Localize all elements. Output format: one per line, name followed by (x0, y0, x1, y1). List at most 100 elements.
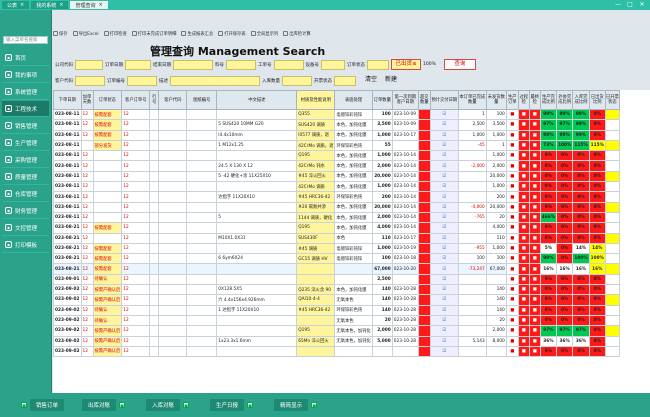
table-row[interactable]: 023-09-01 12 待确认 12 2,500 ☑ ■ ■ ■ 0% 0% 0% 0% (53, 273, 620, 286)
checkbox[interactable]: ☑ (442, 267, 446, 272)
checkbox[interactable]: ■ (522, 164, 526, 169)
column-header[interactable]: 中文描述 (216, 90, 298, 110)
toolbar-button[interactable]: 打印未完成订单明细 (131, 31, 176, 37)
column-header[interactable]: 图纸编号 (186, 90, 218, 110)
checkbox[interactable]: ■ (522, 205, 526, 210)
checkbox[interactable]: ■ (522, 153, 526, 158)
checkbox[interactable]: ■ (533, 287, 537, 292)
checkbox[interactable]: ■ (533, 328, 537, 333)
column-header[interactable]: 外协完成比例 (556, 90, 574, 110)
table-row[interactable]: 023-09-02 12 待确认 12 无氧本色 20 023-10-28 ☑ 20 ■ ■ ■ 0% 0… (53, 314, 620, 327)
checkbox[interactable]: ■ (510, 112, 514, 117)
checkbox[interactable]: ☑ (442, 318, 446, 323)
checkbox[interactable]: ■ (510, 277, 514, 282)
menu-search-input[interactable]: 输入菜单名搜索 (3, 36, 48, 44)
bottom-toggle[interactable]: 精简显示 ■ (274, 399, 320, 411)
checkbox[interactable]: ■ (522, 328, 526, 333)
table-row[interactable]: 023-08-11 12 12 5 -42 硬化+涂 11X25X10 #45 淬火回火… (53, 170, 620, 183)
checkbox[interactable]: ■ (510, 174, 514, 179)
bottom-button-label[interactable]: 入库对账 (146, 399, 181, 411)
checkbox[interactable]: ☑ (442, 143, 446, 148)
checkbox[interactable]: ■ (522, 308, 526, 313)
completed-filter[interactable]: 已出货≤ (391, 59, 421, 70)
table-row[interactable]: 023-08-21 12 按需配套 12 Q195 本色，加钝化膜 4,000 023-10-… (53, 222, 620, 234)
table-row[interactable]: 023-09-02 12 按需产确认后 12 Q195 无氧本色，加钝化 2,000 023-… (53, 325, 620, 337)
checkbox[interactable]: ■ (522, 246, 526, 251)
order-grid[interactable]: 下单日期 加单天数 订单状态 客户订单号 行号 客户代码 图纸编号 中文描述 材质及性能说明 表面… (53, 90, 650, 393)
checkbox[interactable]: ■ (522, 318, 526, 323)
checkbox[interactable]: ■ (522, 122, 526, 127)
filter-input[interactable] (173, 59, 213, 70)
checkbox[interactable]: ☑ (442, 277, 446, 282)
column-header[interactable]: 最终检 (528, 90, 541, 110)
toolbar-button[interactable]: 全局显示列 (250, 31, 278, 37)
checkbox[interactable]: ■ (533, 184, 537, 189)
checkbox[interactable]: ■ (510, 328, 514, 333)
checkbox[interactable]: ■ (533, 349, 537, 354)
filter-input[interactable] (367, 59, 389, 70)
checkbox-icon[interactable]: ■ (119, 402, 126, 408)
table-row[interactable]: 023-09-02 12 按需产确认后 12 0X128.5X5 Q235 淬火含 90 本… (53, 284, 620, 296)
checkbox[interactable]: ■ (510, 153, 514, 158)
close-icon[interactable]: × (20, 2, 24, 8)
column-header[interactable]: 表面处理 (334, 90, 373, 110)
table-row[interactable]: 023-08-11 12 按需配套 12 Q355 电镀锌彩钝锌 100 023-10-09 ☑… (53, 108, 620, 121)
close-button[interactable]: ✕ (636, 1, 648, 9)
checkbox[interactable]: ☑ (442, 184, 446, 189)
bottom-toggle[interactable]: ■ 销售订单 (18, 399, 65, 411)
column-header[interactable]: 本订单已完成数量 (457, 90, 487, 110)
close-icon[interactable]: × (59, 2, 63, 8)
table-row[interactable]: 023-09-02 12 按需产确认后 12 六 4.4x156x4.926mm QAl1… (53, 294, 620, 306)
checkbox[interactable]: ■ (522, 174, 526, 179)
column-header[interactable]: 订单状态 (92, 90, 123, 110)
checkbox[interactable]: ■ (522, 267, 526, 272)
checkbox[interactable]: ☑ (442, 349, 446, 354)
checkbox[interactable]: ☑ (442, 256, 446, 261)
checkbox[interactable]: ☑ (442, 308, 446, 313)
checkbox[interactable]: ■ (533, 308, 537, 313)
checkbox[interactable]: ☑ (442, 297, 446, 302)
toolbar-button[interactable]: 打印检查 (103, 31, 127, 37)
column-header[interactable]: 生产完成比例 (539, 90, 558, 110)
checkbox[interactable]: ■ (522, 215, 526, 220)
toolbar-button[interactable]: 出库检计算 (283, 31, 311, 37)
sidebar-item[interactable]: ▪ 首页 (2, 50, 49, 66)
checkbox[interactable]: ■ (533, 318, 537, 323)
column-header[interactable]: 客户代码 (158, 90, 188, 110)
column-header[interactable]: 已开票状态 (604, 90, 620, 110)
bottom-button-label[interactable]: 生产日报 (210, 399, 245, 411)
bottom-toggle[interactable]: 生产日报 ■ (210, 399, 256, 411)
checkbox[interactable]: ☑ (442, 164, 446, 169)
column-header[interactable]: 入库完成比例 (572, 90, 590, 110)
sidebar-item[interactable]: ▪ 打印模板 (2, 237, 49, 253)
bottom-button-label[interactable]: 精简显示 (274, 399, 309, 411)
checkbox[interactable]: ■ (522, 225, 526, 230)
table-row[interactable]: 023-08-11 12 12 #20 碳氮共渗 本色，加钝化膜 20,000 023-10… (53, 201, 620, 213)
table-row[interactable]: 023-09-02 12 按需产确认后 12 ☑ ■ ■ ■ 0% 0% 0% 0% (53, 345, 620, 358)
maximize-button[interactable]: □ (624, 1, 636, 9)
table-row[interactable]: 023-08-11 12 按需配套 12 5 SUS420 10MM G20 SUS420… (53, 119, 620, 131)
checkbox-icon[interactable]: ■ (21, 402, 27, 408)
bottom-button-label[interactable]: 销售订单 (30, 399, 65, 411)
bottom-button-label[interactable]: 出库对账 (82, 399, 117, 411)
close-icon[interactable]: × (98, 2, 102, 8)
table-row[interactable]: 023-08-11 12 按需配套 12 l4.4x10mm l0577 调质，退 本色，加… (53, 129, 620, 141)
column-header[interactable]: 客户订单号 (121, 90, 151, 110)
checkbox[interactable]: ■ (533, 164, 537, 169)
filter-input[interactable] (273, 59, 304, 70)
table-row[interactable]: 023-08-11 12 12 24.5 X 130 X 12 42CrMo 钝水 本色，… (53, 160, 620, 172)
checkbox[interactable]: ■ (522, 236, 526, 241)
table-row[interactable]: 023-08-11 12 12 Q195 本色，加钝化膜 1,000 023-10-14 ☑ 1… (53, 150, 620, 162)
table-row[interactable]: 023-08-11 部分发货 12 1 M12x1.25 42CrMo 调质，退 环保锌彩… (53, 139, 620, 152)
bottom-toggle[interactable]: 出库对账 ■ (82, 399, 128, 411)
checkbox[interactable]: ■ (533, 174, 537, 179)
checkbox[interactable]: ■ (533, 225, 537, 230)
checkbox[interactable]: ■ (510, 308, 514, 313)
checkbox[interactable]: ■ (533, 267, 537, 272)
table-row[interactable]: 023-08-21 12 按需配套 12 67,000 023-10-20 ☑ -73,247… (53, 263, 620, 275)
checkbox[interactable]: ■ (510, 349, 514, 354)
column-header[interactable]: 第一次到期客户日期 (391, 90, 419, 110)
checkbox[interactable]: ☑ (442, 133, 446, 138)
window-tab[interactable]: 我的系统 × (31, 1, 69, 9)
toolbar-button[interactable]: 保存 (53, 31, 68, 37)
